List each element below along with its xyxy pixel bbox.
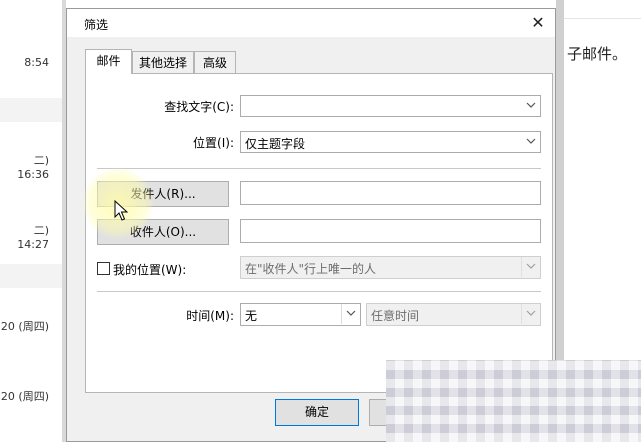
list-separator	[0, 98, 66, 122]
close-icon[interactable]: ✕	[527, 12, 549, 34]
reading-pane-text: 子邮件。	[567, 45, 628, 63]
mail-list-background: 8:54 二) 16:36 二) 14:27 20 (周四) 20 (周四)	[0, 0, 66, 442]
my-location-value: 在"收件人"行上唯一的人	[245, 262, 377, 276]
mail-time: 二) 16:36	[17, 154, 49, 181]
dialog-title: 筛选	[84, 18, 109, 32]
time-range-combo: 任意时间	[366, 303, 541, 326]
mail-time: 8:54	[24, 56, 49, 69]
tab-messages[interactable]: 邮件	[85, 49, 132, 74]
to-field[interactable]	[240, 219, 541, 243]
chevron-down-icon[interactable]	[522, 132, 540, 152]
tab-advanced[interactable]: 高级	[194, 51, 236, 73]
search-text-label: 查找文字(C):	[164, 100, 234, 114]
tab-panel-messages: 查找文字(C): 位置(I): 仅主题字段 发件人(R)... 收件人(O)..…	[85, 73, 553, 393]
time-combo[interactable]: 无	[240, 303, 361, 326]
my-location-combo: 在"收件人"行上唯一的人	[240, 256, 541, 279]
reading-pane-header	[564, 0, 641, 19]
time-range-value: 任意时间	[371, 309, 420, 323]
location-combo[interactable]: 仅主题字段	[240, 131, 541, 153]
section-divider	[97, 168, 541, 169]
mouse-cursor-icon	[114, 200, 128, 221]
watermark-mosaic	[386, 360, 641, 442]
chevron-down-icon[interactable]	[341, 304, 360, 324]
location-value: 仅主题字段	[245, 137, 306, 151]
tab-more-choices[interactable]: 其他选择	[132, 51, 194, 73]
from-field[interactable]	[240, 181, 541, 205]
location-label: 位置(I):	[193, 136, 234, 150]
my-location-label: 我的位置(W):	[113, 263, 187, 277]
mail-time: 20 (周四)	[0, 390, 49, 403]
time-label: 时间(M):	[186, 309, 234, 323]
search-text-combo[interactable]	[240, 95, 541, 117]
time-value: 无	[245, 309, 258, 323]
my-location-checkbox[interactable]	[97, 262, 110, 275]
chevron-down-icon	[521, 304, 540, 324]
mail-time: 二) 14:27	[17, 224, 49, 251]
dialog-title-bar: 筛选 ✕	[67, 9, 555, 37]
chevron-down-icon[interactable]	[522, 96, 540, 116]
list-separator	[0, 264, 66, 288]
chevron-down-icon	[521, 257, 540, 277]
ok-button[interactable]: 确定	[275, 399, 359, 426]
mail-time: 20 (周四)	[0, 320, 49, 333]
section-divider	[97, 291, 541, 292]
